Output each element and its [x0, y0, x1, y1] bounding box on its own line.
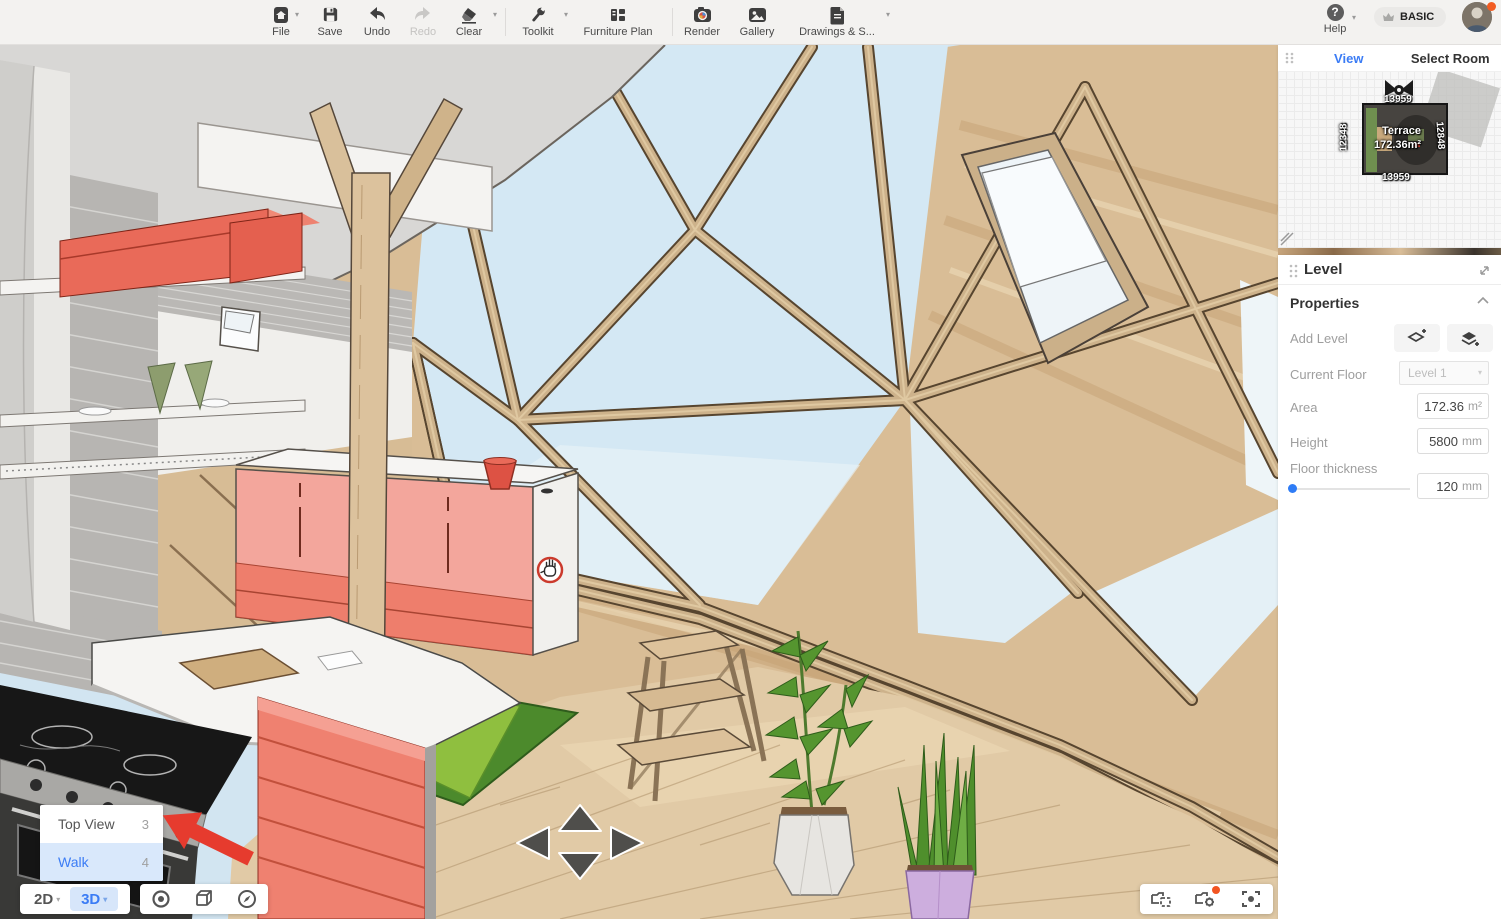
menu-item-top-view[interactable]: Top View 3: [40, 805, 163, 843]
visibility-button[interactable]: [146, 886, 176, 912]
add-level-below-button[interactable]: [1447, 324, 1493, 352]
current-floor-select[interactable]: Level 1 ▾: [1399, 361, 1489, 385]
floor-thickness-input[interactable]: 120 mm: [1417, 473, 1489, 499]
area-label: Area: [1290, 400, 1317, 415]
floor-thickness-label: Floor thickness: [1290, 461, 1377, 476]
undo-icon: [353, 4, 401, 25]
eye-icon: [151, 889, 171, 909]
drawings-icon: [790, 4, 884, 25]
furniture-plan-button[interactable]: Furniture Plan: [576, 4, 660, 38]
undo-button[interactable]: Undo: [353, 4, 401, 38]
furniture-plan-icon: [576, 4, 660, 25]
compass-icon: [237, 889, 257, 909]
layer-add-icon: [1407, 329, 1427, 347]
drag-handle-icon[interactable]: [1288, 263, 1300, 279]
gallery-icon: [732, 4, 782, 25]
floor-thickness-slider[interactable]: [1290, 485, 1410, 493]
current-floor-label: Current Floor: [1290, 367, 1367, 382]
pan-hand-cursor: [538, 558, 562, 582]
dimension-label-left: 12348: [1338, 124, 1349, 152]
eraser-icon: [444, 4, 494, 25]
drag-handle-icon[interactable]: [1282, 51, 1298, 65]
camera-settings-button[interactable]: [1191, 886, 1221, 912]
dimension-mode-switch: 2D ▾ 3D▾: [20, 884, 130, 914]
room-name-label: Terrace: [1382, 125, 1421, 137]
dimension-label-top: 13959: [1384, 94, 1412, 105]
chevron-down-icon: ▾: [103, 895, 107, 904]
chevron-down-icon[interactable]: ▾: [886, 10, 890, 19]
right-sidebar: View Select Room 13959 Terrace 172.36m² …: [1278, 45, 1501, 919]
camera-frame-icon: [1150, 889, 1174, 909]
camera-tools: [1140, 884, 1273, 914]
level-panel-header: Level: [1278, 255, 1501, 285]
slider-track: [1290, 488, 1410, 490]
wrench-icon: [512, 4, 564, 25]
cube-icon: [194, 889, 214, 909]
drawings-schedules-button[interactable]: Drawings & S...: [790, 4, 884, 38]
3d-viewport[interactable]: [0, 45, 1278, 919]
chevron-up-icon: [1477, 296, 1489, 304]
minimap-tabs: View Select Room: [1278, 45, 1501, 72]
clear-button[interactable]: Clear: [444, 4, 494, 38]
toolbar-separator: [672, 8, 673, 36]
minimap-panel: View Select Room 13959 Terrace 172.36m² …: [1278, 45, 1501, 248]
render-button[interactable]: Render: [678, 4, 726, 38]
top-toolbar: File ▾ Save Undo Redo Clear ▾ Toolkit ▾ …: [0, 0, 1501, 45]
resize-handle-icon[interactable]: [1280, 232, 1294, 246]
chevron-down-icon[interactable]: ▾: [1352, 13, 1356, 22]
height-input[interactable]: 5800 mm: [1417, 428, 1489, 454]
height-label: Height: [1290, 435, 1328, 450]
expand-icon[interactable]: [1478, 264, 1491, 277]
save-icon: [306, 4, 354, 25]
app-window: File ▾ Save Undo Redo Clear ▾ Toolkit ▾ …: [0, 0, 1501, 919]
add-level-above-button[interactable]: [1394, 324, 1440, 352]
compass-button[interactable]: [232, 886, 262, 912]
save-button[interactable]: Save: [306, 4, 354, 38]
dimension-label-bottom: 13959: [1382, 172, 1410, 183]
minimap-viewport[interactable]: 13959 Terrace 172.36m² 13959 12348 12848: [1278, 72, 1501, 248]
add-level-label: Add Level: [1290, 331, 1348, 346]
notification-dot: [1212, 886, 1220, 894]
center-focus-icon: [1241, 889, 1261, 909]
gallery-button[interactable]: Gallery: [732, 4, 782, 38]
help-button[interactable]: ? Help: [1318, 3, 1352, 35]
menu-item-walk[interactable]: Walk 4: [40, 843, 163, 881]
mode-3d-button[interactable]: 3D▾: [70, 887, 118, 911]
chevron-down-icon[interactable]: ▾: [564, 10, 568, 19]
notification-dot: [1487, 2, 1496, 11]
view-mode-menu: Top View 3 Walk 4: [40, 805, 163, 881]
scene-3d[interactable]: [0, 45, 1278, 919]
level-panel-title: Level: [1304, 261, 1342, 278]
panel-gap: [1278, 248, 1501, 255]
redo-button[interactable]: Redo: [399, 4, 447, 38]
view-tools: [140, 884, 268, 914]
camera-view-button[interactable]: [1147, 886, 1177, 912]
dimension-label-right: 12848: [1433, 121, 1446, 150]
area-input[interactable]: 172.36 m²: [1417, 393, 1489, 419]
help-icon: ?: [1327, 4, 1344, 21]
toolbar-separator: [505, 8, 506, 36]
toolkit-button[interactable]: Toolkit: [512, 4, 564, 38]
plan-badge[interactable]: BASIC: [1374, 7, 1446, 27]
chevron-down-icon[interactable]: ▾: [493, 10, 497, 19]
crown-icon: [1382, 11, 1395, 23]
camera-icon: [678, 4, 726, 25]
focus-center-button[interactable]: [1236, 886, 1266, 912]
level-panel: Level Properties Add Level Current Floor…: [1278, 255, 1501, 919]
chevron-down-icon[interactable]: ▾: [56, 895, 60, 904]
tab-view[interactable]: View: [1298, 51, 1400, 66]
chevron-down-icon[interactable]: ▾: [295, 10, 299, 19]
orthographic-button[interactable]: [189, 886, 219, 912]
properties-section-header[interactable]: Properties: [1290, 295, 1489, 311]
chevron-down-icon: ▾: [1478, 362, 1482, 384]
tab-select-room[interactable]: Select Room: [1400, 51, 1501, 66]
redo-icon: [399, 4, 447, 25]
layer-add-below-icon: [1460, 329, 1480, 347]
room-area-label: 172.36m²: [1374, 139, 1421, 151]
mode-2d-button[interactable]: 2D: [34, 891, 53, 908]
slider-thumb[interactable]: [1288, 484, 1297, 493]
